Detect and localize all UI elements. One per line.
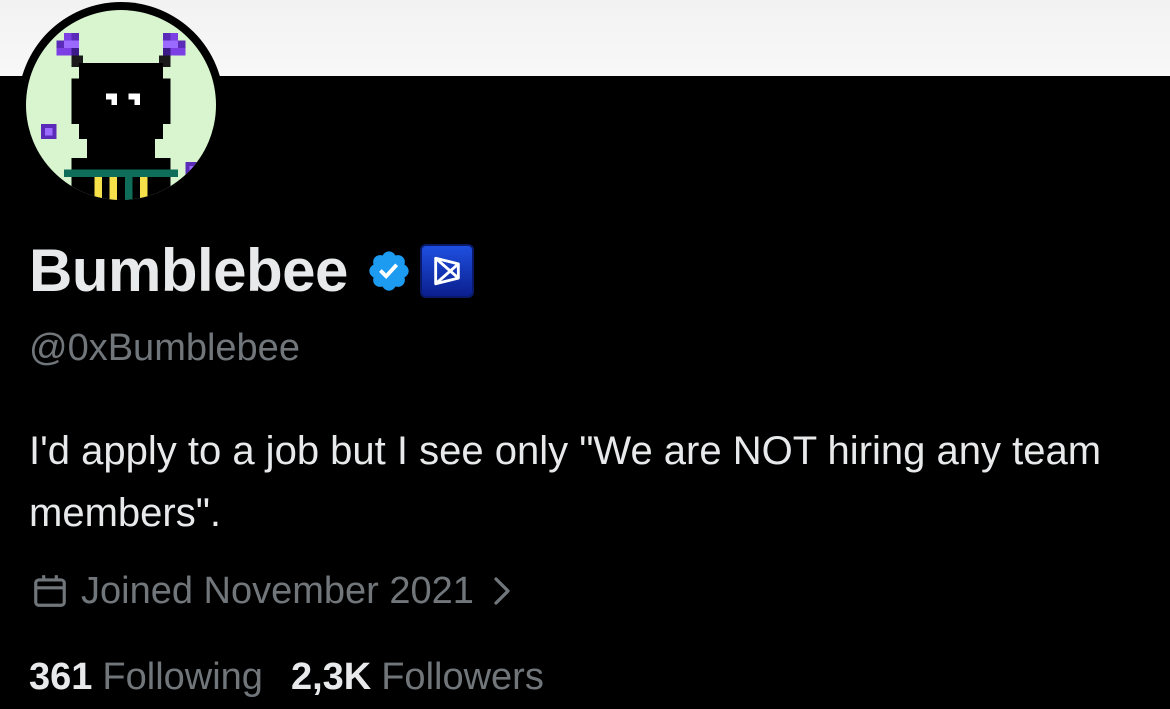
chevron-right-icon bbox=[494, 577, 510, 605]
bio-text: I'd apply to a job but I see only "We ar… bbox=[29, 429, 1102, 535]
affiliate-logo-icon bbox=[434, 256, 460, 286]
followers-link[interactable]: 2,3K Followers bbox=[291, 656, 544, 699]
following-link[interactable]: 361 Following bbox=[29, 656, 263, 699]
affiliate-badge-icon[interactable] bbox=[419, 244, 474, 298]
pixel-art-avatar-image bbox=[26, 10, 216, 200]
display-name: Bumblebee bbox=[29, 237, 348, 304]
avatar[interactable] bbox=[18, 2, 224, 208]
followers-label: Followers bbox=[381, 655, 544, 698]
user-handle: @0xBumblebee bbox=[29, 327, 300, 369]
verified-badge-icon[interactable] bbox=[366, 248, 412, 294]
joined-date-row[interactable]: Joined November 2021 bbox=[31, 566, 514, 616]
calendar-icon bbox=[34, 575, 66, 607]
following-count: 361 bbox=[29, 655, 93, 698]
follow-stats: 361 Following 2,3K Followers bbox=[29, 652, 572, 702]
name-row: Bumblebee bbox=[29, 236, 474, 306]
following-label: Following bbox=[102, 655, 263, 698]
followers-count: 2,3K bbox=[290, 655, 372, 698]
joined-date-text: Joined November 2021 bbox=[81, 569, 474, 612]
profile-screen: Bumblebee @0xBumblebee I'd apply to a jo… bbox=[0, 0, 1170, 709]
